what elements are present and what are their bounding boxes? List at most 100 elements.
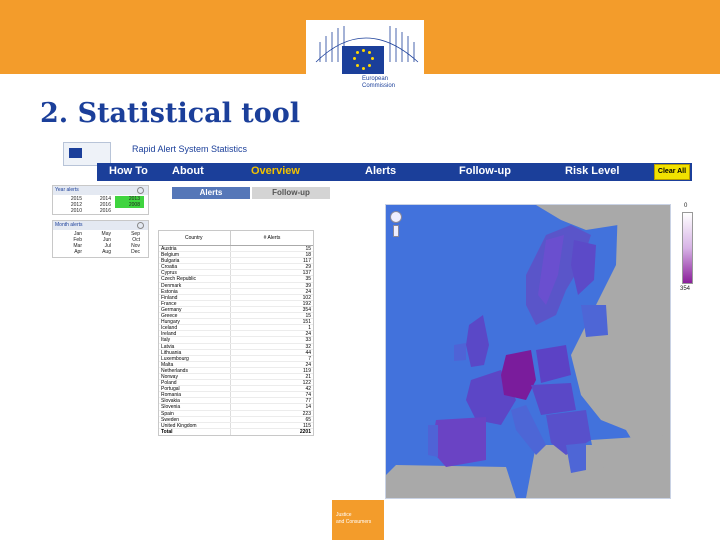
total-label: Total	[159, 428, 231, 435]
map-zoom-slider[interactable]	[393, 225, 399, 237]
month-cell[interactable]: Dec	[115, 249, 144, 255]
column-alerts[interactable]: # Alerts	[231, 231, 313, 245]
alert-count: 21	[305, 373, 311, 380]
alert-count: 14	[305, 404, 311, 411]
nav-how-to[interactable]: How To	[109, 165, 148, 177]
country-name: Italy	[159, 337, 231, 343]
ec-wordmark: European Commission	[362, 76, 395, 90]
country-alerts-table: Country # Alerts Austria 15 Belgium 18 Bulga…	[158, 230, 314, 436]
country-name: United Kingdom	[159, 422, 231, 428]
nav-about[interactable]: About	[172, 165, 204, 177]
country-name: Ireland	[159, 331, 231, 337]
country-name: Norway	[159, 373, 231, 380]
month-filter-panel: Month alerts Jan May Sep Feb Jun Oct Mar…	[52, 220, 149, 258]
alert-count: 102	[302, 294, 311, 301]
nav-risk-level[interactable]: Risk Level	[565, 165, 619, 177]
month-cell[interactable]: Apr	[57, 249, 86, 255]
country-name: Croatia	[159, 264, 231, 270]
alert-count: 7	[308, 355, 311, 362]
year-panel-header: Year alerts	[53, 186, 148, 195]
country-name: Czech Republic	[159, 276, 231, 282]
country-name: Latvia	[159, 343, 231, 349]
year-cell[interactable]	[115, 208, 144, 214]
country-name: Belgium	[159, 252, 231, 258]
legend-max: 354	[680, 286, 691, 292]
mini-eu-flag-icon	[69, 148, 82, 158]
country-name: Netherlands	[159, 367, 231, 373]
alert-count: 29	[305, 264, 311, 271]
europe-alerts-map[interactable]	[385, 204, 671, 499]
country-name: Romania	[159, 392, 231, 398]
clear-all-button[interactable]: Clear All	[654, 164, 690, 180]
country-name: Spain	[159, 410, 231, 416]
alert-count: 115	[303, 422, 311, 429]
table-total-row: Total 2201	[159, 428, 313, 435]
alert-count: 119	[303, 367, 311, 374]
alert-count: 223	[302, 410, 311, 417]
alert-count: 122	[302, 380, 311, 387]
alert-count: 1	[308, 325, 311, 332]
country-name: Luxembourg	[159, 355, 231, 361]
color-scale-legend	[682, 212, 693, 284]
country-name: Portugal	[159, 386, 231, 392]
rapex-statistics-app: Rapid Alert System Statistics How To Abo…	[52, 140, 693, 500]
alert-count: 15	[305, 246, 311, 252]
main-nav: How To About Overview Alerts Follow-up R…	[97, 163, 692, 181]
app-title: Rapid Alert System Statistics	[132, 144, 248, 154]
view-tabs: Alerts Follow-up	[172, 187, 332, 199]
dg-justice-footer-logo: Justice and Consumers	[332, 500, 384, 540]
month-cell[interactable]: Aug	[86, 249, 115, 255]
alert-count: 32	[305, 343, 311, 350]
year-filter-panel: Year alerts 2015 2014 2013 2012 2016 200…	[52, 185, 149, 215]
country-name: Germany	[159, 306, 231, 313]
nav-overview[interactable]: Overview	[251, 165, 300, 177]
country-name: Slovenia	[159, 404, 231, 410]
alert-count: 33	[305, 337, 311, 344]
alert-count: 151	[302, 319, 311, 326]
year-cell[interactable]: 2010	[57, 208, 86, 214]
search-icon[interactable]	[137, 187, 144, 194]
slide-title: 2. Statistical tool	[40, 98, 301, 129]
alert-count: 192	[302, 300, 311, 307]
map-pan-control[interactable]	[390, 211, 402, 223]
footer-line1: Justice	[336, 512, 352, 518]
month-panel-title: Month alerts	[55, 222, 83, 228]
country-name: Denmark	[159, 282, 231, 288]
alert-count: 65	[305, 416, 311, 423]
country-name: Poland	[159, 380, 231, 386]
alert-count: 24	[305, 331, 311, 338]
alert-count: 74	[305, 392, 311, 399]
alert-count: 44	[305, 349, 311, 356]
alert-count: 137	[302, 270, 311, 277]
nav-follow-up[interactable]: Follow-up	[459, 165, 511, 177]
eu-flag-icon	[342, 46, 384, 74]
tab-alerts[interactable]: Alerts	[172, 187, 250, 199]
alert-count: 77	[305, 398, 311, 405]
total-value: 2201	[299, 428, 311, 435]
table-body: Austria 15 Belgium 18 Bulgaria 117 Croatia 29 Cy…	[159, 246, 313, 429]
country-name: Sweden	[159, 416, 231, 422]
country-name: Austria	[159, 246, 231, 252]
country-name: Malta	[159, 361, 231, 367]
country-name: Hungary	[159, 319, 231, 325]
country-name: Cyprus	[159, 270, 231, 276]
country-name: Bulgaria	[159, 258, 231, 264]
alert-count: 117	[303, 258, 311, 265]
column-country[interactable]: Country	[159, 231, 231, 245]
ec-wordmark-line2: Commission	[362, 83, 396, 89]
country-name: Greece	[159, 313, 231, 319]
country-name: Slovakia	[159, 398, 231, 404]
tab-follow-up[interactable]: Follow-up	[252, 187, 330, 199]
year-cell[interactable]: 2016	[86, 208, 115, 214]
alert-count: 39	[305, 282, 311, 289]
alert-count: 354	[302, 306, 311, 313]
european-commission-logo: European Commission	[306, 20, 424, 100]
nav-alerts[interactable]: Alerts	[365, 165, 396, 177]
country-name: Finland	[159, 294, 231, 300]
year-grid: 2015 2014 2013 2012 2016 2008 2010 2016	[53, 195, 148, 215]
month-panel-header: Month alerts	[53, 221, 148, 230]
alert-count: 15	[305, 313, 311, 320]
country-name: Lithuania	[159, 349, 231, 355]
search-icon[interactable]	[137, 222, 144, 229]
alert-count: 42	[305, 386, 311, 393]
